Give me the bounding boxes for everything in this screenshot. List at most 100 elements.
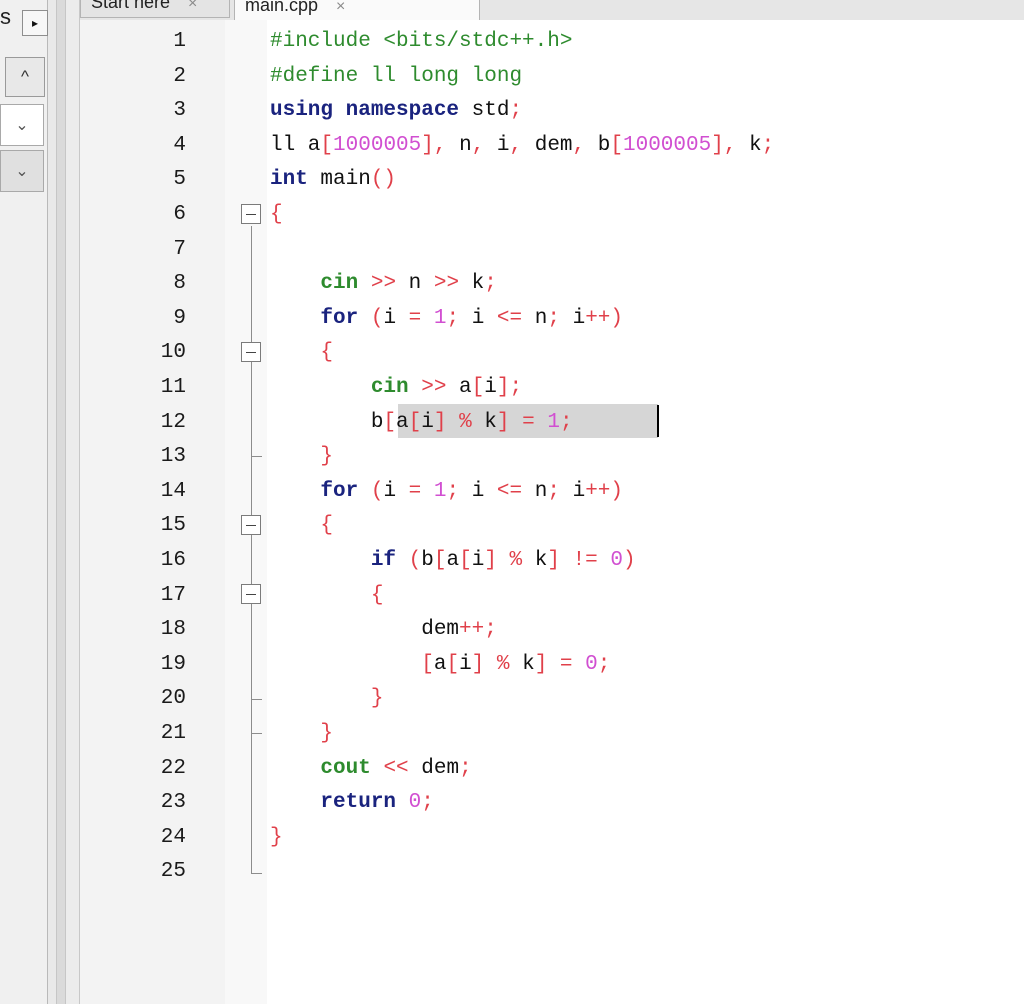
code-token: <= bbox=[496, 480, 523, 503]
line-number: 17 bbox=[160, 584, 186, 607]
code-token: ; bbox=[509, 376, 523, 399]
code-token: = bbox=[509, 411, 535, 434]
left-panel: s ▸ ^ ⌄ ⌄ bbox=[0, 0, 48, 1004]
code-line[interactable]: int main() bbox=[270, 168, 396, 192]
code-token: a bbox=[396, 411, 409, 434]
code-line[interactable]: [a[i] % k] = 0; bbox=[270, 653, 610, 677]
code-token: } bbox=[320, 722, 334, 745]
code-token: n bbox=[446, 134, 472, 157]
code-line[interactable]: cin >> a[i]; bbox=[270, 376, 522, 400]
code-line[interactable]: #define ll long long bbox=[270, 65, 522, 89]
editor-frame bbox=[66, 0, 80, 1004]
code-line[interactable]: ll a[1000005], n, i, dem, b[1000005], k; bbox=[270, 134, 774, 158]
code-token: [ bbox=[471, 376, 485, 399]
code-token: () bbox=[370, 168, 397, 191]
splitter-handle[interactable] bbox=[56, 0, 66, 1004]
code-token: } bbox=[370, 687, 384, 710]
code-token: a bbox=[446, 376, 472, 399]
code-token: cout bbox=[320, 757, 371, 780]
close-icon[interactable]: × bbox=[336, 0, 345, 16]
code-line[interactable]: using namespace std; bbox=[270, 99, 522, 123]
code-line[interactable]: if (b[a[i] % k] != 0) bbox=[270, 549, 636, 573]
code-token: ] bbox=[471, 653, 485, 676]
code-token: [ bbox=[383, 411, 397, 434]
code-line[interactable]: return 0; bbox=[270, 791, 433, 815]
fold-collapse-icon[interactable] bbox=[241, 342, 261, 362]
tab-main-cpp[interactable]: main.cpp × bbox=[234, 0, 480, 21]
fold-collapse-icon[interactable] bbox=[241, 204, 261, 224]
code-line[interactable]: for (i = 1; i <= n; i++) bbox=[270, 307, 623, 331]
line-number: 22 bbox=[160, 757, 186, 780]
code-token: std bbox=[459, 99, 510, 122]
fold-collapse-icon[interactable] bbox=[241, 584, 261, 604]
code-line[interactable]: { bbox=[270, 584, 384, 608]
code-token: , bbox=[509, 134, 523, 157]
code-line[interactable]: dem++; bbox=[270, 618, 497, 642]
line-number: 16 bbox=[160, 549, 186, 572]
code-token: ] bbox=[433, 411, 447, 434]
code-line[interactable]: cout << dem; bbox=[270, 757, 471, 781]
line-number: 5 bbox=[173, 168, 186, 191]
code-token: 0 bbox=[610, 549, 623, 572]
chevron-right-icon: ▸ bbox=[31, 16, 39, 30]
code-token: { bbox=[370, 584, 384, 607]
fold-end-marker bbox=[251, 699, 262, 700]
code-token: ) bbox=[623, 549, 636, 572]
line-number: 25 bbox=[160, 860, 186, 883]
code-line[interactable]: } bbox=[270, 687, 384, 711]
code-token: ] bbox=[484, 549, 497, 572]
line-number: 18 bbox=[160, 618, 186, 641]
code-token: using namespace bbox=[270, 99, 460, 122]
code-token: 1 bbox=[433, 480, 447, 503]
code-line[interactable]: { bbox=[270, 514, 333, 538]
code-token: dem bbox=[522, 134, 573, 157]
code-token: i bbox=[459, 653, 472, 676]
code-line[interactable]: for (i = 1; i <= n; i++) bbox=[270, 480, 623, 504]
code-token: { bbox=[270, 203, 283, 226]
code-line[interactable]: } bbox=[270, 826, 283, 850]
code-line[interactable]: { bbox=[270, 203, 283, 227]
code-token: dem bbox=[408, 757, 460, 780]
code-token: <= bbox=[496, 307, 523, 330]
code-token: int bbox=[270, 168, 308, 191]
code-token: [ bbox=[320, 134, 334, 157]
code-token: = bbox=[408, 480, 422, 503]
code-line[interactable]: } bbox=[270, 445, 333, 469]
code-token: #include <bits/stdc++.h> bbox=[270, 30, 573, 53]
code-token: [ bbox=[610, 134, 623, 157]
scope-combo-dropdown[interactable]: ⌄ bbox=[0, 150, 44, 192]
code-token: ; bbox=[446, 307, 460, 330]
code-token: >> bbox=[408, 376, 447, 399]
code-token: cin bbox=[370, 376, 409, 399]
code-token: i bbox=[559, 480, 586, 503]
code-token: 1 bbox=[547, 411, 560, 434]
fold-collapse-icon[interactable] bbox=[241, 515, 261, 535]
scroll-up-button[interactable]: ^ bbox=[5, 57, 45, 97]
tab-label: Start here bbox=[91, 0, 171, 12]
line-number: 19 bbox=[160, 653, 186, 676]
tab-scroll-right-button[interactable]: ▸ bbox=[22, 10, 48, 36]
code-line[interactable]: b[a[i] % k] = 1; bbox=[270, 411, 573, 435]
close-icon[interactable]: × bbox=[188, 0, 197, 13]
line-number: 21 bbox=[160, 722, 186, 745]
left-tab-label[interactable]: s bbox=[0, 6, 11, 28]
code-token: [ bbox=[408, 411, 422, 434]
code-token: return bbox=[320, 791, 397, 814]
tab-start-here[interactable]: Start here × bbox=[80, 0, 230, 18]
symbol-combo-dropdown[interactable]: ⌄ bbox=[0, 104, 44, 146]
code-token: ; bbox=[597, 653, 611, 676]
code-token: >> bbox=[421, 272, 460, 295]
line-number: 10 bbox=[160, 341, 186, 364]
code-line[interactable]: } bbox=[270, 722, 333, 746]
code-line[interactable]: #include <bits/stdc++.h> bbox=[270, 30, 572, 54]
code-line[interactable]: { bbox=[270, 341, 333, 365]
code-token: ++; bbox=[459, 618, 497, 641]
code-line[interactable]: cin >> n >> k; bbox=[270, 272, 496, 296]
code-token: #define ll long long bbox=[270, 65, 523, 88]
